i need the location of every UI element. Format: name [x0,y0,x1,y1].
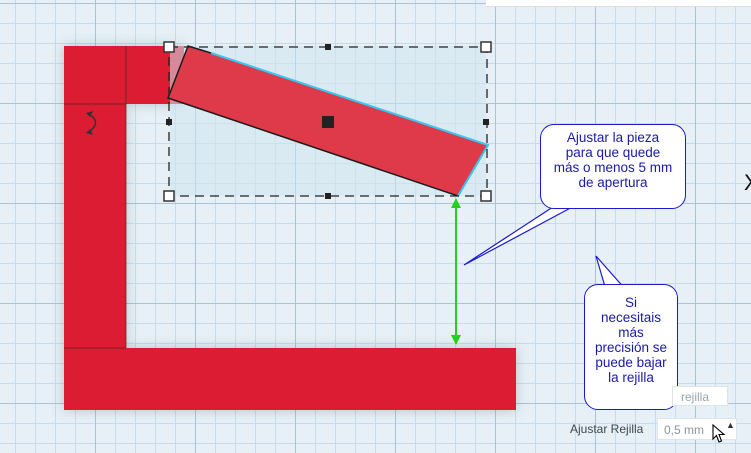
callout-line: precisión se [594,340,668,355]
corner-handle[interactable] [480,41,492,53]
callout-line: más o menos 5 mm [553,160,673,175]
edge-handle[interactable] [325,193,331,199]
corner-handle[interactable] [163,190,175,202]
callout-grid-precision: Si necesitais más precisión se puede baj… [584,284,678,410]
edge-handle[interactable] [483,119,489,125]
close-icon[interactable]: X [744,170,751,196]
corner-handle[interactable] [480,190,492,202]
callout-line: puede bajar [595,355,667,370]
bracket-top[interactable] [64,46,184,104]
bracket-bottom[interactable] [64,348,516,410]
grid-input[interactable]: rejilla [672,386,728,406]
corner-handle[interactable] [163,41,175,53]
callout-line: de apertura [578,175,648,190]
callout-line: para que quede [565,145,661,160]
callout-adjust-piece: Ajustar la pieza para que quede más o me… [540,124,686,209]
edge-handle[interactable] [166,119,172,125]
up-arrow-icon[interactable]: ▲ [726,420,735,430]
grid-label: Ajustar Rejilla [570,422,644,436]
callout-line: la rejilla [608,370,654,385]
measure-arrow [451,198,461,345]
callout-line: Si [624,295,637,310]
edge-handle[interactable] [325,44,331,50]
cursor-icon [712,424,726,443]
callout-line: necesitais [600,310,662,325]
callout-line: más [618,325,644,340]
callout-line: Ajustar la pieza [566,130,660,145]
callout-tail [463,204,577,266]
center-handle[interactable] [322,116,334,128]
